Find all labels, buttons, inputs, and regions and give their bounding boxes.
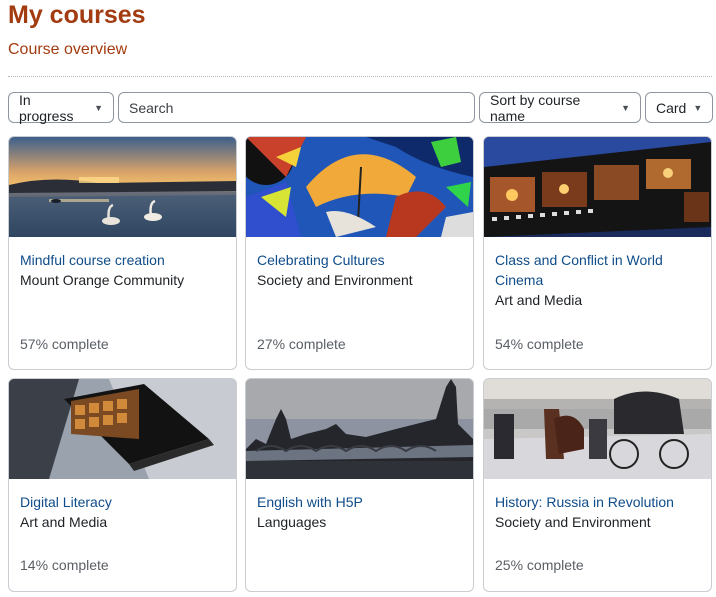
- sort-dropdown[interactable]: Sort by course name ▼: [479, 91, 641, 124]
- search-input[interactable]: Search: [118, 92, 475, 123]
- course-image-lake[interactable]: [9, 137, 236, 237]
- display-mode-label: Card: [656, 99, 687, 116]
- course-name-link[interactable]: Celebrating Cultures: [257, 250, 462, 270]
- grouping-filter-label: In progress: [19, 91, 74, 124]
- sort-label: Sort by course name: [490, 91, 581, 124]
- course-image-film-strip[interactable]: [484, 137, 711, 237]
- course-image-london[interactable]: [246, 379, 473, 479]
- progress-text: 25% complete: [495, 557, 584, 573]
- course-category: Society and Environment: [495, 514, 651, 530]
- course-name-link[interactable]: History: Russia in Revolution: [495, 492, 700, 512]
- chevron-down-icon: ▼: [621, 102, 630, 113]
- progress-text: 27% complete: [257, 336, 346, 352]
- course-category: Languages: [257, 514, 327, 530]
- grouping-filter-dropdown[interactable]: In progress ▼: [8, 91, 114, 124]
- course-image-tablet[interactable]: [9, 379, 236, 479]
- course-card[interactable]: Digital Literacy Art and Media 14% compl…: [8, 378, 237, 592]
- course-name-link[interactable]: Class and Conflict in World Cinema: [495, 250, 700, 290]
- course-card[interactable]: Mindful course creation Mount Orange Com…: [8, 136, 237, 370]
- progress-text: 57% complete: [20, 336, 109, 352]
- course-image-umbrellas[interactable]: [246, 137, 473, 237]
- course-category: Art and Media: [20, 514, 108, 530]
- course-category: Mount Orange Community: [20, 272, 185, 288]
- course-category: Art and Media: [495, 292, 583, 308]
- page-title: My courses: [8, 1, 146, 29]
- search-placeholder: Search: [129, 99, 174, 116]
- course-category: Society and Environment: [257, 272, 413, 288]
- course-image-carriages[interactable]: [484, 379, 711, 479]
- course-card[interactable]: English with H5P Languages: [245, 378, 474, 592]
- course-overview-heading: Course overview: [8, 41, 128, 58]
- chevron-down-icon: ▼: [94, 102, 103, 113]
- course-card[interactable]: Celebrating Cultures Society and Environ…: [245, 136, 474, 370]
- course-card[interactable]: History: Russia in Revolution Society an…: [483, 378, 712, 592]
- progress-text: 54% complete: [495, 336, 584, 352]
- display-mode-dropdown[interactable]: Card ▼: [645, 92, 713, 123]
- course-card[interactable]: Class and Conflict in World Cinema Art a…: [483, 136, 712, 370]
- course-name-link[interactable]: English with H5P: [257, 492, 462, 512]
- chevron-down-icon: ▼: [693, 102, 703, 113]
- progress-text: 14% complete: [20, 557, 109, 573]
- course-name-link[interactable]: Mindful course creation: [20, 250, 225, 270]
- divider: [8, 76, 712, 77]
- course-name-link[interactable]: Digital Literacy: [20, 492, 225, 512]
